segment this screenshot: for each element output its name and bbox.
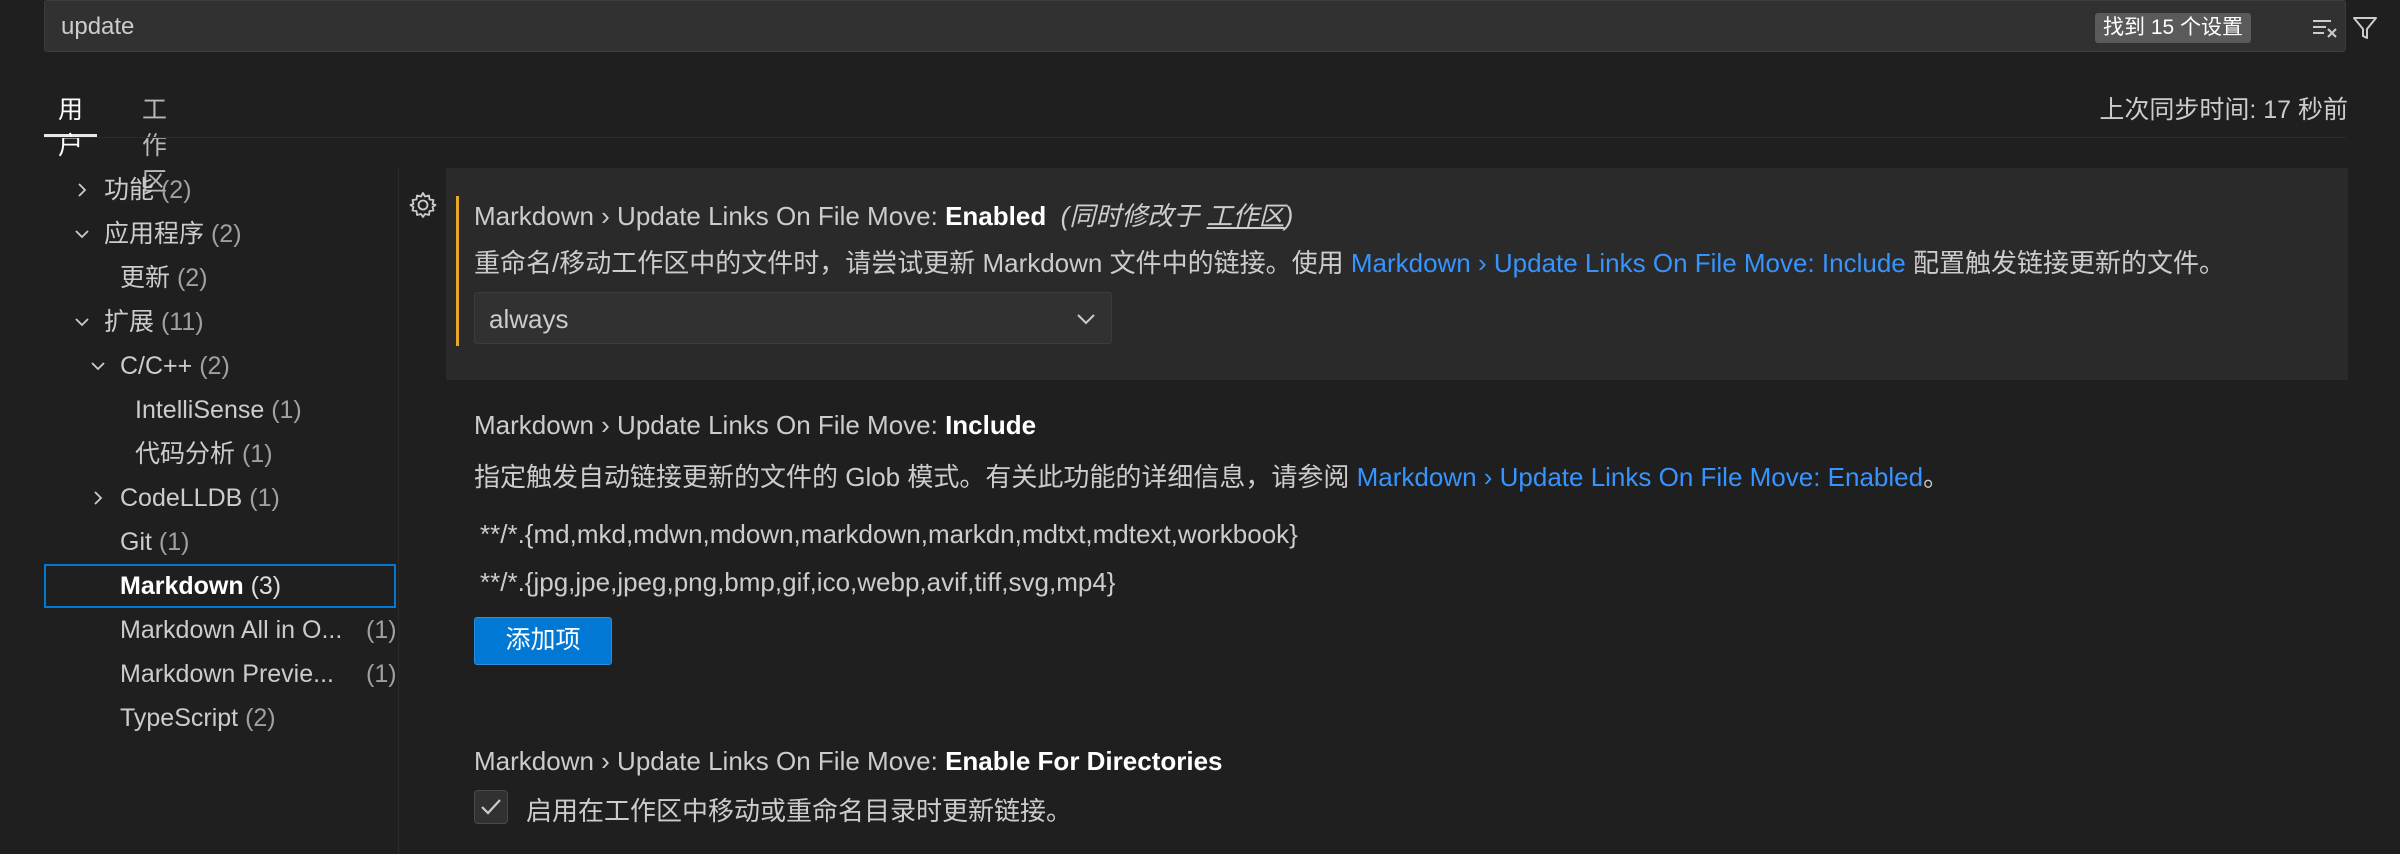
tree-item-cpp[interactable]: C/C++ (2) — [91, 346, 230, 386]
settings-search-box[interactable]: 找到 15 个设置 — [44, 0, 2377, 52]
tree-item-count: (2) — [245, 704, 276, 732]
tree-item-label: Markdown Previe... — [120, 660, 334, 688]
tree-item-label: Git — [120, 528, 152, 556]
tree-item-application[interactable]: 应用程序 (2) — [75, 214, 242, 254]
tree-item-update[interactable]: 更新 (2) — [120, 258, 208, 298]
tree-item-git[interactable]: Git (1) — [120, 522, 189, 562]
chevron-down-icon — [1077, 314, 1095, 325]
description-text-end: 。 — [1923, 462, 1950, 492]
tree-item-typescript[interactable]: TypeScript (2) — [120, 698, 276, 738]
tree-item-count: (1) — [158, 528, 190, 556]
tree-item-label: C/C++ — [120, 352, 193, 380]
setting-link-enabled[interactable]: Markdown › Update Links On File Move: En… — [1357, 462, 1924, 492]
tab-user[interactable]: 用户 — [44, 86, 98, 160]
setting-category: Markdown › Update Links On File Move: — [474, 410, 946, 440]
description-text: 重命名/移动工作区中的文件时，请尝试更新 Markdown 文件中的链接。使用 — [474, 248, 1351, 278]
glob-list-item[interactable]: **/*.{jpg,jpe,jpeg,png,bmp,gif,ico,webp,… — [480, 567, 1115, 598]
tree-item-label: IntelliSense — [135, 396, 265, 424]
tree-item-count: (2) — [160, 176, 192, 204]
search-input[interactable] — [59, 9, 1963, 45]
setting-link-include[interactable]: Markdown › Update Links On File Move: In… — [1351, 248, 1906, 278]
update-links-select[interactable]: always — [474, 292, 1112, 344]
tree-item-count: (1) — [271, 396, 302, 424]
select-value: always — [489, 304, 569, 334]
tree-item-markdown[interactable]: Markdown (3) — [120, 566, 281, 606]
tree-item-label: 扩展 — [104, 308, 155, 336]
tabs-divider — [44, 137, 2346, 138]
description-text-end: 配置触发链接更新的文件。 — [1905, 248, 2225, 278]
description-text: 指定触发自动链接更新的文件的 Glob 模式。有关此功能的详细信息，请参阅 — [474, 462, 1357, 492]
filter-icon[interactable] — [2351, 14, 2379, 42]
tree-item-label: 应用程序 — [104, 220, 205, 248]
scope-note: (同时修改于 — [1060, 201, 1207, 231]
sidebar-divider — [398, 168, 399, 854]
clear-filter-icon[interactable] — [2311, 14, 2339, 42]
tree-item-label: 功能 — [104, 176, 155, 204]
scope-workspace-link[interactable]: 工作区 — [1207, 201, 1285, 231]
gear-icon[interactable] — [408, 190, 438, 220]
tree-item-codelldb[interactable]: CodeLLDB (1) — [94, 478, 280, 518]
tree-item-label: Markdown All in O... — [120, 616, 343, 644]
tree-item-label: CodeLLDB — [120, 484, 243, 512]
tree-item-label: Markdown — [120, 572, 244, 600]
setting-description: 指定触发自动链接更新的文件的 Glob 模式。有关此功能的详细信息，请参阅 Ma… — [474, 457, 1949, 494]
setting-description: 重命名/移动工作区中的文件时，请尝试更新 Markdown 文件中的链接。使用 … — [474, 243, 2225, 280]
tree-item-label: TypeScript — [120, 704, 239, 732]
chevron-down-icon — [75, 230, 89, 239]
tree-item-extensions[interactable]: 扩展 (11) — [75, 302, 204, 342]
setting-category: Markdown › Update Links On File Move: — [474, 201, 946, 231]
setting-title: Markdown › Update Links On File Move: En… — [474, 196, 1293, 233]
tree-item-markdown-all-in-one[interactable]: Markdown All in O... — [120, 610, 342, 650]
setting-key: Include — [945, 410, 1037, 440]
tree-item-count: (1) — [249, 484, 280, 512]
tree-item-code-analysis[interactable]: 代码分析 (1) — [135, 434, 273, 474]
checkmark-icon — [481, 799, 501, 815]
chevron-down-icon — [75, 318, 89, 327]
tree-item-count-value: (1) — [366, 660, 397, 688]
enable-for-directories-checkbox[interactable] — [474, 790, 508, 824]
tree-item-features[interactable]: 功能 (2) — [78, 170, 192, 210]
chevron-right-icon — [78, 183, 87, 197]
tree-item-count: (11) — [160, 308, 204, 336]
tree-item-count: (1) — [241, 440, 273, 468]
tree-item-count: (1) — [366, 610, 397, 650]
settings-editor: 找到 15 个设置 用户 工作区 上次同步时间: 17 秒前 功能 (2) 应用… — [0, 0, 2400, 854]
result-count-badge: 找到 15 个设置 — [2095, 13, 2252, 43]
tree-item-count-value: (1) — [366, 616, 397, 644]
tree-item-label: 更新 — [120, 264, 171, 292]
glob-list-item[interactable]: **/*.{md,mkd,mdwn,mdown,markdown,markdn,… — [480, 519, 1298, 550]
checkbox-label: 启用在工作区中移动或重命名目录时更新链接。 — [526, 796, 1073, 826]
setting-title: Markdown › Update Links On File Move: En… — [474, 746, 1223, 777]
tree-item-intellisense[interactable]: IntelliSense (1) — [135, 390, 302, 430]
setting-key: Enable For Directories — [945, 746, 1223, 776]
tree-item-count: (3) — [250, 572, 282, 600]
chevron-right-icon — [94, 491, 103, 505]
scope-note-end: ) — [1284, 201, 1294, 231]
tree-item-count: (2) — [199, 352, 230, 380]
modified-indicator — [456, 196, 459, 346]
tab-workspace[interactable]: 工作区 — [128, 86, 181, 196]
tree-item-count: (1) — [366, 654, 397, 694]
tree-item-count: (2) — [210, 220, 242, 248]
tree-item-markdown-preview[interactable]: Markdown Previe... — [120, 654, 334, 694]
add-item-button[interactable]: 添加项 — [474, 617, 612, 665]
setting-category: Markdown › Update Links On File Move: — [474, 746, 946, 776]
tree-item-label: 代码分析 — [135, 440, 236, 468]
sync-status: 上次同步时间: 17 秒前 — [2099, 96, 2348, 124]
chevron-down-icon — [91, 362, 105, 371]
setting-title: Markdown › Update Links On File Move: In… — [474, 410, 1036, 441]
tree-item-count: (2) — [176, 264, 208, 292]
setting-key: Enabled — [945, 201, 1047, 231]
